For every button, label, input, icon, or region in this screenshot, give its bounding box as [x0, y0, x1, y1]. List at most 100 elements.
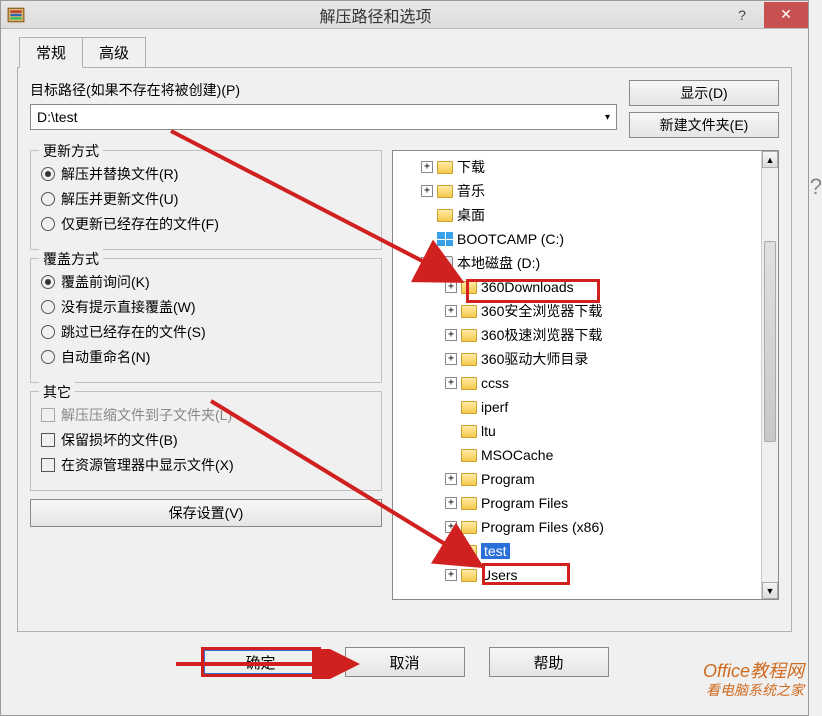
radio-no-prompt[interactable] — [41, 300, 55, 314]
radio-auto-rename[interactable] — [41, 350, 55, 364]
radio-existing-only-label: 仅更新已经存在的文件(F) — [61, 214, 219, 234]
tree-item[interactable]: ccss — [393, 371, 778, 395]
expand-icon[interactable] — [445, 473, 457, 485]
destination-path-label: 目标路径(如果不存在将被创建)(P) — [30, 80, 617, 100]
chevron-down-icon: ▾ — [605, 112, 610, 123]
ok-button[interactable]: 确定 — [201, 647, 321, 677]
tree-item-label: ccss — [481, 375, 509, 391]
tree-item[interactable]: iperf — [393, 395, 778, 419]
cancel-button[interactable]: 取消 — [345, 647, 465, 677]
watermark: Office教程网 看电脑系统之家 — [703, 661, 804, 699]
expand-icon[interactable] — [445, 377, 457, 389]
show-button[interactable]: 显示(D) — [629, 80, 779, 106]
overwrite-mode-group: 覆盖方式 覆盖前询问(K) 没有提示直接覆盖(W) 跳过已经存在的文件(S) 自… — [30, 258, 382, 383]
other-title: 其它 — [39, 382, 75, 402]
no-expand — [445, 545, 457, 557]
titlebar: 解压路径和选项 ? ✕ — [1, 1, 808, 29]
tree-item[interactable]: Program Files (x86) — [393, 515, 778, 539]
scroll-up-button[interactable]: ▲ — [762, 151, 778, 168]
tree-item-label: MSOCache — [481, 447, 553, 463]
folder-icon — [461, 545, 477, 558]
scroll-down-button[interactable]: ▼ — [762, 582, 778, 599]
windows-icon — [437, 232, 453, 246]
check-show-explorer[interactable] — [41, 458, 55, 472]
expand-icon[interactable] — [445, 281, 457, 293]
radio-replace[interactable] — [41, 167, 55, 181]
tree-item-label: 下载 — [457, 157, 485, 177]
no-expand — [445, 401, 457, 413]
tab-panel-general: 目标路径(如果不存在将被创建)(P) D:\test ▾ 显示(D) 新建文件夹… — [17, 67, 792, 632]
folder-icon — [461, 377, 477, 390]
folder-icon — [461, 569, 477, 582]
tree-item-label: 360安全浏览器下载 — [481, 301, 602, 321]
update-mode-title: 更新方式 — [39, 141, 103, 161]
update-mode-group: 更新方式 解压并替换文件(R) 解压并更新文件(U) 仅更新已经存在的文件(F) — [30, 150, 382, 250]
radio-skip[interactable] — [41, 325, 55, 339]
destination-path-combo[interactable]: D:\test ▾ — [30, 104, 617, 130]
tree-item[interactable]: 桌面 — [393, 203, 778, 227]
folder-icon — [437, 161, 453, 174]
tree-item[interactable]: MSOCache — [393, 443, 778, 467]
help-button[interactable]: 帮助 — [489, 647, 609, 677]
folder-icon — [461, 353, 477, 366]
tree-item-label: iperf — [481, 399, 508, 415]
expand-icon[interactable] — [445, 305, 457, 317]
external-question-mark: ? — [810, 174, 822, 200]
radio-update-new-label: 解压并更新文件(U) — [61, 189, 178, 209]
no-expand — [445, 449, 457, 461]
expand-icon[interactable] — [445, 329, 457, 341]
destination-path-value: D:\test — [37, 109, 77, 125]
tree-item[interactable]: 下载 — [393, 155, 778, 179]
tree-item-label: test — [481, 543, 510, 559]
tree-item[interactable]: 本地磁盘 (D:) — [393, 251, 778, 275]
tree-item[interactable]: 360安全浏览器下载 — [393, 299, 778, 323]
expand-icon[interactable] — [421, 161, 433, 173]
check-subfolder — [41, 408, 55, 422]
scroll-thumb[interactable] — [764, 241, 776, 443]
tree-item-label: 音乐 — [457, 181, 485, 201]
no-expand — [421, 233, 433, 245]
tree-item-label: 360驱动大师目录 — [481, 349, 588, 369]
folder-icon — [461, 473, 477, 486]
folder-tree[interactable]: 下载音乐桌面 BOOTCAMP (C:) 本地磁盘 (D:)360Downloads… — [392, 150, 779, 600]
tree-item[interactable]: BOOTCAMP (C:) — [393, 227, 778, 251]
tab-advanced[interactable]: 高级 — [82, 37, 146, 68]
tree-item[interactable]: 360极速浏览器下载 — [393, 323, 778, 347]
scrollbar[interactable]: ▲ ▼ — [761, 151, 778, 599]
tree-item[interactable]: 音乐 — [393, 179, 778, 203]
tab-general[interactable]: 常规 — [19, 37, 83, 68]
tree-item[interactable]: Program — [393, 467, 778, 491]
tab-strip: 常规 高级 — [19, 37, 808, 68]
folder-icon — [461, 401, 477, 414]
titlebar-close-button[interactable]: ✕ — [764, 2, 808, 28]
drive-icon — [437, 256, 453, 270]
folder-icon — [437, 209, 453, 222]
tree-item-label: BOOTCAMP (C:) — [457, 231, 564, 247]
tree-item-label: Users — [481, 567, 518, 583]
expand-icon[interactable] — [445, 569, 457, 581]
folder-icon — [461, 281, 477, 294]
extract-dialog: 解压路径和选项 ? ✕ 常规 高级 目标路径(如果不存在将被创建)(P) D:\… — [0, 0, 809, 716]
save-settings-button[interactable]: 保存设置(V) — [30, 499, 382, 527]
expand-icon[interactable] — [445, 353, 457, 365]
radio-update-new[interactable] — [41, 192, 55, 206]
tree-item[interactable]: Program Files — [393, 491, 778, 515]
expand-icon[interactable] — [445, 521, 457, 533]
radio-existing-only[interactable] — [41, 217, 55, 231]
tree-item[interactable]: Users — [393, 563, 778, 587]
tree-item[interactable]: 360Downloads — [393, 275, 778, 299]
tree-item[interactable]: 360驱动大师目录 — [393, 347, 778, 371]
radio-ask[interactable] — [41, 275, 55, 289]
tree-item[interactable]: test — [393, 539, 778, 563]
new-folder-button[interactable]: 新建文件夹(E) — [629, 112, 779, 138]
collapse-icon[interactable] — [421, 257, 433, 269]
tree-item[interactable]: ltu — [393, 419, 778, 443]
check-show-explorer-label: 在资源管理器中显示文件(X) — [61, 455, 234, 475]
tree-item-label: Program — [481, 471, 535, 487]
titlebar-help-button[interactable]: ? — [720, 2, 764, 28]
expand-icon[interactable] — [445, 497, 457, 509]
expand-icon[interactable] — [421, 185, 433, 197]
check-keep-broken[interactable] — [41, 433, 55, 447]
app-icon — [7, 6, 25, 24]
overwrite-mode-title: 覆盖方式 — [39, 249, 103, 269]
